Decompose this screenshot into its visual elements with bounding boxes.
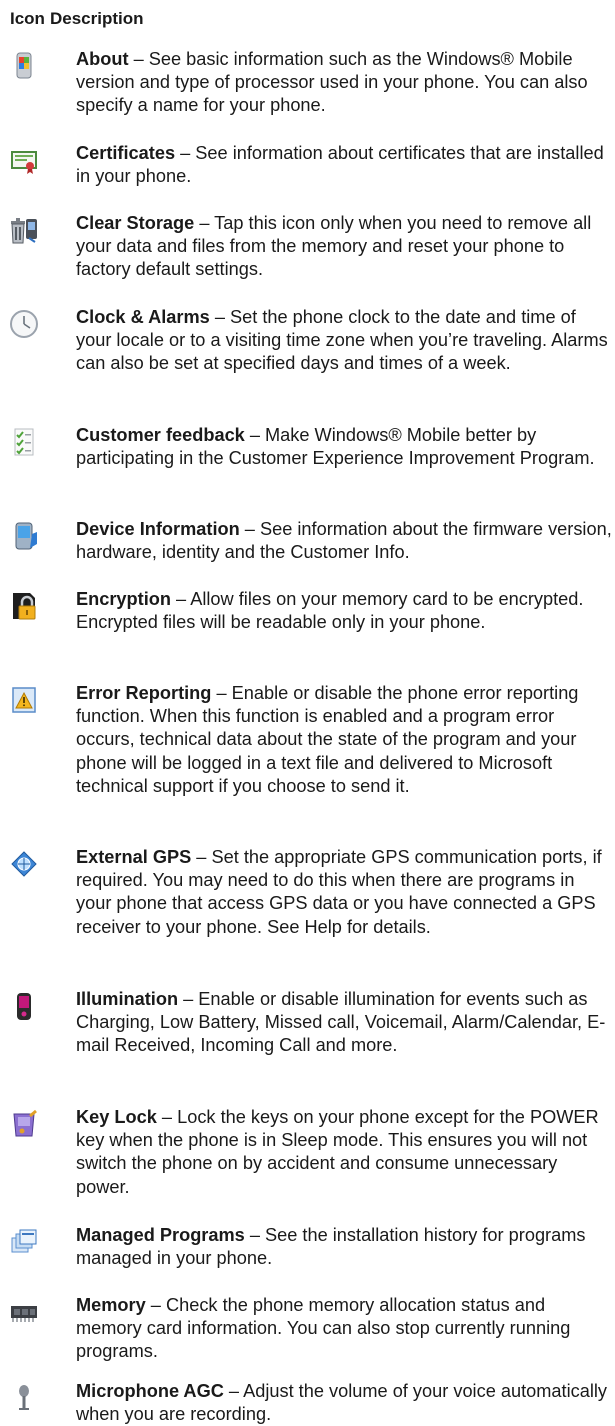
item-term: Certificates <box>76 143 176 163</box>
icon-column-header: Icon <box>10 9 45 28</box>
encryption-icon <box>8 590 40 622</box>
memory-icon <box>8 1296 40 1328</box>
item-text: Key Lock – Lock the keys on your phone e… <box>76 1106 612 1199</box>
item-desc: – See basic information such as the Wind… <box>76 49 588 116</box>
item-text: External GPS – Set the appropriate GPS c… <box>76 846 612 939</box>
item-term: Device Information <box>76 519 240 539</box>
item-term: Clock & Alarms <box>76 307 210 327</box>
item-text: Certificates – See information about cer… <box>76 142 612 188</box>
item-text: Memory – Check the phone memory allocati… <box>76 1294 612 1364</box>
item-term: About <box>76 49 129 69</box>
illumination-icon <box>8 990 40 1022</box>
clock-icon <box>8 308 40 340</box>
item-text: Illumination – Enable or disable illumin… <box>76 988 612 1058</box>
device-information-icon <box>8 520 40 552</box>
item-text: About – See basic information such as th… <box>76 48 612 118</box>
clear-storage-icon <box>8 214 40 246</box>
item-term: Memory <box>76 1295 146 1315</box>
item-text: Device Information – See information abo… <box>76 518 612 564</box>
item-term: External GPS <box>76 847 192 867</box>
item-term: Clear Storage <box>76 213 195 233</box>
item-text: Customer feedback – Make Windows® Mobile… <box>76 424 612 470</box>
item-term: Key Lock <box>76 1107 157 1127</box>
description-column-header: Description <box>50 9 144 28</box>
error-reporting-icon <box>8 684 40 716</box>
item-text: Managed Programs – See the installation … <box>76 1224 612 1270</box>
external-gps-icon <box>8 848 40 880</box>
item-text: Clear Storage – Tap this icon only when … <box>76 212 612 282</box>
managed-programs-icon <box>8 1226 40 1258</box>
microphone-icon <box>8 1382 40 1414</box>
item-text: Encryption – Allow files on your memory … <box>76 588 612 634</box>
item-term: Illumination <box>76 989 179 1009</box>
about-icon <box>8 50 40 82</box>
item-term: Error Reporting <box>76 683 212 703</box>
settings-icon-table: Icon Description About – See basic infor… <box>0 0 615 1424</box>
customer-feedback-icon <box>8 426 40 458</box>
item-term: Customer feedback <box>76 425 245 445</box>
item-text: Error Reporting – Enable or disable the … <box>76 682 612 798</box>
key-lock-icon <box>8 1108 40 1140</box>
item-text: Clock & Alarms – Set the phone clock to … <box>76 306 612 376</box>
certificates-icon <box>8 144 40 176</box>
item-term: Encryption <box>76 589 171 609</box>
item-term: Microphone AGC <box>76 1381 224 1401</box>
item-term: Managed Programs <box>76 1225 245 1245</box>
item-desc: – Check the phone memory allocation stat… <box>76 1295 571 1362</box>
item-text: Microphone AGC – Adjust the volume of yo… <box>76 1380 612 1426</box>
